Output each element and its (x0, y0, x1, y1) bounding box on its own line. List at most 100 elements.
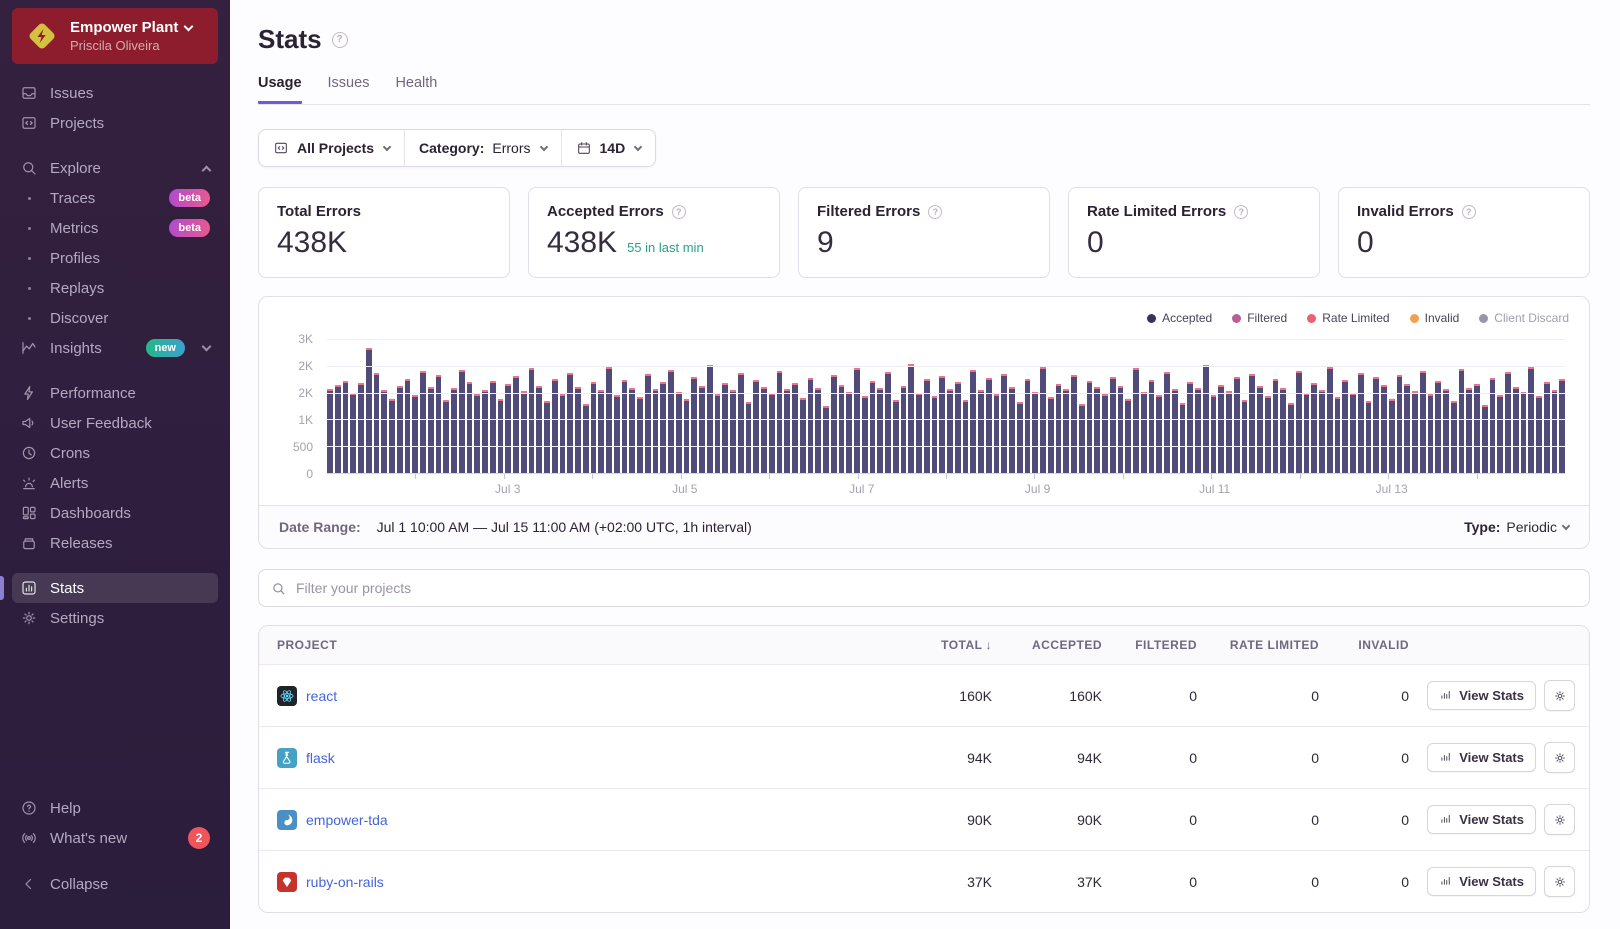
project-settings-button[interactable] (1544, 866, 1575, 897)
view-stats-button[interactable]: View Stats (1427, 743, 1536, 772)
legend-dot (1307, 314, 1316, 323)
project-settings-button[interactable] (1544, 680, 1575, 711)
project-settings-button[interactable] (1544, 804, 1575, 835)
org-logo-icon (24, 18, 60, 54)
date-period-dropdown[interactable]: 14D (561, 130, 656, 166)
view-stats-button[interactable]: View Stats (1427, 805, 1536, 834)
chart-bar (1342, 380, 1348, 473)
type-dropdown[interactable]: Type: Periodic (1464, 519, 1569, 535)
project-settings-button[interactable] (1544, 742, 1575, 773)
project-cell: flask (259, 733, 882, 783)
page-help-icon[interactable]: ? (332, 32, 348, 48)
sidebar-item-releases[interactable]: Releases (12, 528, 218, 558)
category-filter-dropdown[interactable]: Category: Errors (404, 130, 560, 166)
sidebar-item-performance[interactable]: Performance (12, 378, 218, 408)
category-label: Category: (419, 140, 484, 156)
sidebar-item-replays[interactable]: Replays (12, 273, 218, 303)
project-link[interactable]: ruby-on-rails (306, 874, 384, 890)
sidebar-item-label: Issues (50, 85, 93, 102)
filtered-value: 0 (1102, 673, 1197, 719)
legend-item-rate-limited[interactable]: Rate Limited (1307, 311, 1389, 325)
chevron-up-icon (202, 165, 212, 175)
chart-bar (738, 373, 744, 473)
chart-bar (870, 381, 876, 473)
sidebar-item-insights[interactable]: Insights new (12, 333, 218, 363)
tab-issues[interactable]: Issues (328, 75, 370, 104)
chart-bar (699, 386, 705, 473)
tab-usage[interactable]: Usage (258, 75, 302, 104)
column-header-invalid[interactable]: INVALID (1319, 626, 1409, 664)
legend-item-accepted[interactable]: Accepted (1147, 311, 1212, 325)
legend-item-client-discard[interactable]: Client Discard (1479, 311, 1569, 325)
page-content: All Projects Category: Errors 14D Total … (230, 105, 1620, 913)
org-name: Empower Plant (70, 19, 178, 36)
project-filter-input[interactable] (296, 580, 1577, 596)
sidebar-item-help[interactable]: Help (12, 793, 218, 823)
sidebar-collapse-button[interactable]: Collapse (12, 869, 218, 899)
project-link[interactable]: flask (306, 750, 335, 766)
chart-bar (482, 390, 488, 473)
chart-bar (777, 371, 783, 473)
view-stats-button[interactable]: View Stats (1427, 867, 1536, 896)
chart-bar (1094, 387, 1100, 473)
chart-bar (591, 382, 597, 473)
sidebar-item-label: Discover (50, 310, 108, 327)
project-link[interactable]: react (306, 688, 337, 704)
score-cards: Total Errors438KAccepted Errors?438K55 i… (258, 187, 1590, 278)
react-platform-icon (277, 686, 297, 706)
view-stats-button[interactable]: View Stats (1427, 681, 1536, 710)
column-header-project[interactable]: PROJECT (259, 626, 882, 664)
total-value: 94K (882, 735, 992, 781)
org-switcher[interactable]: Empower Plant Priscila Oliveira (12, 8, 218, 64)
sidebar-item-projects[interactable]: Projects (12, 108, 218, 138)
sidebar-item-explore[interactable]: Explore (12, 153, 218, 183)
chart-bar (1335, 397, 1341, 473)
chart-bar (1381, 385, 1387, 473)
chart-bar (893, 400, 899, 473)
tab-health[interactable]: Health (395, 75, 437, 104)
sidebar-item-discover[interactable]: Discover (12, 303, 218, 333)
sidebar-item-alerts[interactable]: Alerts (12, 468, 218, 498)
sidebar-item-profiles[interactable]: Profiles (12, 243, 218, 273)
filtered-value: 0 (1102, 797, 1197, 843)
project-link[interactable]: empower-tda (306, 812, 388, 828)
chart-bar (645, 374, 651, 473)
sidebar-item-metrics[interactable]: Metrics beta (12, 213, 218, 243)
chart-bar (1373, 377, 1379, 473)
chart-bar (691, 377, 697, 473)
chart-bar (668, 370, 674, 473)
legend-item-filtered[interactable]: Filtered (1232, 311, 1287, 325)
column-header-filtered[interactable]: FILTERED (1102, 626, 1197, 664)
help-icon[interactable]: ? (928, 205, 942, 219)
sidebar-item-label: Dashboards (50, 505, 131, 522)
sidebar-item-traces[interactable]: Traces beta (12, 183, 218, 213)
page-title: Stats (258, 24, 322, 55)
sidebar-item-user-feedback[interactable]: User Feedback (12, 408, 218, 438)
chart-bar (1319, 390, 1325, 473)
column-header-accepted[interactable]: ACCEPTED (992, 626, 1102, 664)
legend-dot (1479, 314, 1488, 323)
chart-bar (1482, 405, 1488, 473)
sidebar-item-stats[interactable]: Stats (12, 573, 218, 603)
sidebar-item-issues[interactable]: Issues (12, 78, 218, 108)
help-icon[interactable]: ? (1234, 205, 1248, 219)
help-icon[interactable]: ? (1462, 205, 1476, 219)
help-icon[interactable]: ? (672, 205, 686, 219)
legend-item-invalid[interactable]: Invalid (1410, 311, 1460, 325)
sidebar-item-settings[interactable]: Settings (12, 603, 218, 633)
stat-card-value: 0 (1087, 226, 1104, 260)
sidebar-item-whats-new[interactable]: What's new 2 (12, 823, 218, 853)
x-tick (769, 474, 770, 479)
sidebar-item-dashboards[interactable]: Dashboards (12, 498, 218, 528)
project-filter-dropdown[interactable]: All Projects (259, 130, 404, 166)
chart-bar (684, 399, 690, 473)
chart-bar (800, 398, 806, 473)
column-header-rate-limited[interactable]: RATE LIMITED (1197, 626, 1319, 664)
stat-card-invalid-errors: Invalid Errors?0 (1338, 187, 1590, 278)
chart-bar (1311, 383, 1317, 473)
sidebar-item-crons[interactable]: Crons (12, 438, 218, 468)
accepted-value: 37K (992, 859, 1102, 905)
gridline (327, 393, 1565, 394)
column-header-total[interactable]: TOTAL↓ (882, 626, 992, 664)
x-tick-label: Jul 9 (1025, 482, 1050, 496)
